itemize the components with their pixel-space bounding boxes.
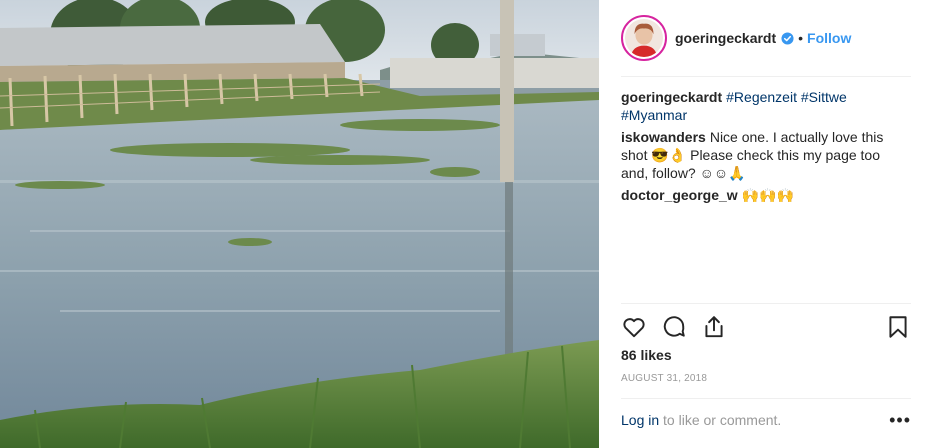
heart-icon[interactable] [621,314,647,340]
comment-text: 🙌🙌🙌 [741,187,794,203]
post-side-panel: goeringeckardt • Follow goeringeckardt #R… [599,0,933,448]
share-icon[interactable] [701,314,727,340]
post-actions [621,312,911,342]
header-username[interactable]: goeringeckardt [675,30,776,46]
flooded-field-photo [0,0,599,448]
comment-username[interactable]: iskowanders [621,129,706,145]
login-link[interactable]: Log in [621,412,659,428]
post-header: goeringeckardt • Follow [621,12,911,64]
bookmark-icon[interactable] [885,314,911,340]
more-options-icon[interactable]: ••• [889,411,911,429]
header-divider [621,76,911,77]
comment-caption: goeringeckardt #Regenzeit #Sittwe #Myanma… [621,88,911,124]
comment-icon[interactable] [661,314,687,340]
verified-badge-icon [781,31,794,45]
comment-username[interactable]: doctor_george_w [621,187,738,203]
instagram-post: goeringeckardt • Follow goeringeckardt #R… [0,0,933,448]
comment-item: iskowanders Nice one. I actually love thi… [621,128,911,182]
hashtag-link[interactable]: #Sittwe [801,89,847,105]
comment-item: doctor_george_w 🙌🙌🙌 [621,186,911,204]
hashtag-link[interactable]: #Myanmar [621,107,687,123]
follow-button[interactable]: Follow [807,30,851,46]
footer-divider [621,398,911,399]
avatar-image [625,19,663,57]
comments-list: goeringeckardt #Regenzeit #Sittwe #Myanma… [621,88,911,208]
hashtag-link[interactable]: #Regenzeit [726,89,797,105]
login-rest-text: to like or comment. [663,412,782,428]
post-photo[interactable] [0,0,599,448]
actions-divider [621,303,911,304]
likes-count[interactable]: 86 likes [621,347,672,363]
comment-username[interactable]: goeringeckardt [621,89,722,105]
avatar[interactable] [621,15,667,61]
login-prompt: Log in to like or comment. ••• [621,411,911,429]
header-separator: • [798,30,804,46]
post-date[interactable]: AUGUST 31, 2018 [621,373,707,384]
